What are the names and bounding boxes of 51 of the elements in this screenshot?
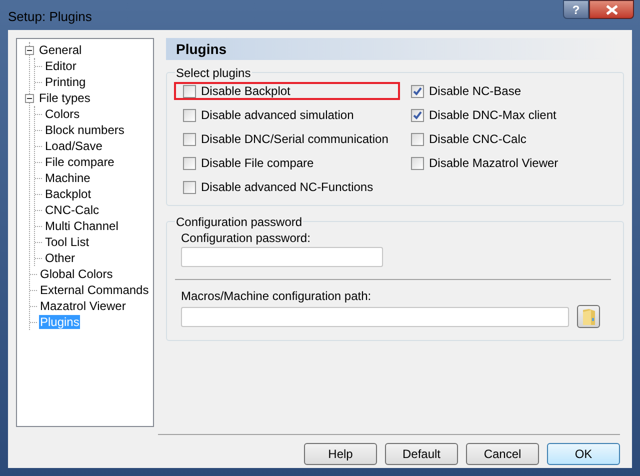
tree-item[interactable]: Load/Save — [44, 139, 104, 153]
tree-item[interactable]: General — [38, 43, 83, 57]
checkbox-label: Disable Mazatrol Viewer — [429, 155, 558, 172]
checkbox[interactable] — [411, 132, 424, 146]
tree-item[interactable]: Printing — [44, 75, 87, 89]
checkbox-label: Disable DNC-Max client — [429, 107, 556, 124]
tree-item[interactable]: Tool List — [44, 235, 90, 249]
tree-item[interactable]: Backplot — [44, 187, 92, 201]
checkbox[interactable] — [411, 156, 424, 170]
close-button[interactable] — [589, 0, 634, 19]
collapse-toggle[interactable] — [25, 46, 34, 54]
checkbox[interactable] — [183, 84, 196, 98]
dialog-button[interactable]: OK — [547, 443, 620, 465]
field-label: Macros/Machine configuration path: — [180, 288, 372, 304]
tree-item[interactable]: Global Colors — [39, 267, 114, 281]
checkbox[interactable] — [183, 180, 196, 194]
tree-item[interactable]: CNC-Calc — [44, 203, 100, 217]
checkbox-label: Disable advanced simulation — [201, 107, 354, 124]
checkbox-label: Disable File compare — [201, 155, 314, 172]
page-title: Plugins — [176, 40, 227, 59]
dialog-button[interactable]: Cancel — [466, 443, 539, 465]
browse-button[interactable] — [577, 305, 600, 328]
checkbox-label: Disable DNC/Serial communication — [201, 131, 388, 148]
tree-item[interactable]: Editor — [44, 59, 78, 73]
tree-item[interactable]: Block numbers — [44, 123, 126, 137]
field-label: Configuration password: — [180, 230, 312, 246]
folder-icon — [582, 308, 594, 324]
close-icon — [606, 4, 618, 14]
path-field[interactable] — [181, 306, 569, 326]
checkbox[interactable] — [183, 132, 196, 146]
password-field[interactable] — [181, 247, 383, 267]
dialog-button[interactable]: Help — [304, 443, 377, 465]
checkbox-label: Disable CNC-Calc — [429, 131, 526, 148]
checkbox-label: Disable advanced NC-Functions — [201, 179, 374, 196]
checkbox-label: Disable Backplot — [201, 83, 290, 100]
tree-item[interactable]: Machine — [44, 171, 92, 185]
tree-item[interactable]: Colors — [44, 107, 81, 121]
tree-item[interactable]: Other — [44, 251, 76, 265]
tree-item[interactable]: File types — [38, 91, 92, 105]
checkbox[interactable] — [183, 108, 196, 122]
tree-item[interactable]: Mazatrol Viewer — [39, 299, 127, 313]
checkbox[interactable] — [411, 84, 424, 98]
window-title: Setup: Plugins — [8, 8, 92, 26]
tree-item[interactable]: Multi Channel — [44, 219, 120, 233]
tree-item[interactable]: External Commands — [39, 283, 150, 297]
checkbox-label: Disable NC-Base — [429, 83, 522, 100]
dialog-button[interactable]: Default — [385, 443, 458, 465]
collapse-toggle[interactable] — [25, 94, 34, 102]
tree-item[interactable]: File compare — [44, 155, 116, 169]
checkbox[interactable] — [411, 108, 424, 122]
checkbox[interactable] — [183, 156, 196, 170]
